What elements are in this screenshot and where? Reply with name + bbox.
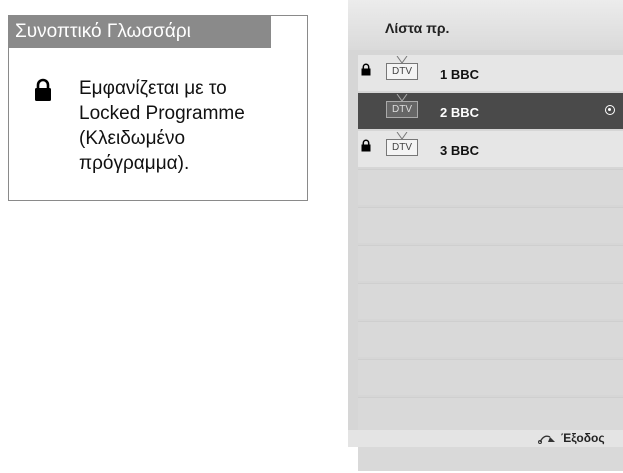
panel-footer: Έξοδος	[348, 430, 623, 447]
empty-channel-row	[358, 397, 623, 433]
glossary-box: Συνοπτικό Γλωσσάρι Εμφανίζεται με το Loc…	[8, 15, 308, 201]
empty-channel-row	[358, 283, 623, 319]
dtv-badge: DTV	[386, 101, 418, 118]
dtv-badge: DTV	[386, 139, 418, 156]
lock-icon	[35, 78, 51, 101]
panel-header: Λίστα πρ.	[348, 0, 623, 50]
selected-radio-icon	[605, 105, 615, 115]
lock-icon	[361, 63, 371, 76]
channel-row[interactable]: DTV 1 BBC	[358, 55, 623, 91]
channel-row-selected[interactable]: DTV 2 BBC	[358, 93, 623, 129]
dtv-badge: DTV	[386, 63, 418, 80]
empty-channel-row	[358, 169, 623, 205]
lock-icon	[361, 139, 371, 152]
channel-label: 2 BBC	[440, 105, 480, 120]
glossary-line: Εμφανίζεται με το	[79, 78, 227, 99]
glossary-line: (Κλειδωμένο	[79, 128, 186, 149]
empty-channel-row	[358, 207, 623, 243]
channel-row[interactable]: DTV 3 BBC	[358, 131, 623, 167]
glossary-description: Εμφανίζεται με το Locked Programme (Κλει…	[79, 76, 304, 176]
channel-label: 1 BBC	[440, 67, 480, 82]
glossary-line: πρόγραμμα).	[79, 153, 190, 174]
glossary-line: Locked Programme	[79, 103, 245, 124]
panel-title: Λίστα πρ.	[385, 20, 450, 36]
return-arrow-icon[interactable]	[538, 433, 556, 444]
glossary-title: Συνοπτικό Γλωσσάρι	[9, 16, 271, 48]
empty-channel-row	[358, 321, 623, 357]
channel-label: 3 BBC	[440, 143, 480, 158]
channel-list: DTV 1 BBC DTV 2 BBC DTV 3 BBC	[358, 55, 623, 473]
empty-channel-row	[358, 245, 623, 281]
exit-label[interactable]: Έξοδος	[561, 431, 605, 445]
empty-channel-row	[358, 359, 623, 395]
channel-list-panel: Λίστα πρ. DTV 1 BBC DTV 2 BBC DTV 3 BBC …	[348, 0, 623, 471]
